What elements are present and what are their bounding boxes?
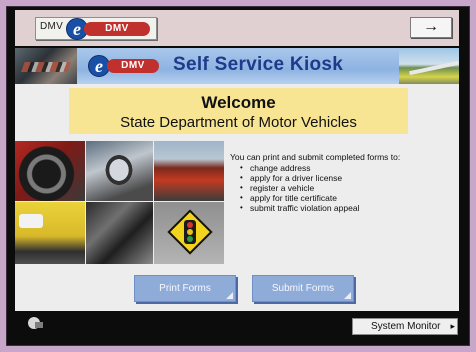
service-description: You can print and submit completed forms… (230, 152, 455, 213)
top-bar: DMV e DMV → (15, 10, 459, 46)
dmv-logo-pill: DMV (84, 22, 150, 36)
welcome-heading: Welcome (201, 93, 276, 112)
header-banner: e DMV Self Service Kiosk (15, 48, 459, 84)
highway-photo (399, 48, 459, 84)
welcome-subheading: State Department of Motor Vehicles (120, 114, 357, 131)
system-monitor-button[interactable]: System Monitor ▸ (352, 318, 458, 335)
list-item: change address (240, 163, 455, 173)
arrow-right-icon: → (423, 18, 439, 35)
seatbelt-photo (86, 202, 153, 264)
vehicle-photo-collage (15, 141, 224, 264)
kiosk-title: Self Service Kiosk (173, 54, 344, 75)
submit-forms-button[interactable]: Submit Forms (252, 275, 354, 302)
truck-photo (154, 141, 224, 201)
list-item: register a vehicle (240, 183, 455, 193)
list-item: submit traffic violation appeal (240, 203, 455, 213)
settings-globe-icon[interactable] (26, 316, 44, 330)
edmv-logo-badge: DMV e DMV (35, 17, 157, 40)
description-intro: You can print and submit completed forms… (230, 152, 401, 162)
main-content: Welcome State Department of Motor Vehicl… (15, 84, 459, 311)
list-item: apply for a driver license (240, 173, 455, 183)
dmv-logo-pill: DMV (107, 59, 159, 73)
service-list: change address apply for a driver licens… (230, 163, 455, 213)
side-mirror-photo (86, 141, 153, 201)
badge-small-label: DMV (40, 21, 64, 32)
traffic-photo (15, 48, 77, 84)
motorcycle-wheel-photo (15, 141, 85, 201)
list-item: apply for title certificate (240, 193, 455, 203)
chevron-right-icon: ▸ (450, 321, 455, 331)
print-forms-button[interactable]: Print Forms (134, 275, 236, 302)
next-arrow-button[interactable]: → (410, 17, 452, 38)
yellow-car-photo (15, 202, 85, 264)
traffic-sign-photo (154, 202, 224, 264)
system-monitor-label: System Monitor (371, 321, 441, 332)
welcome-panel: Welcome State Department of Motor Vehicl… (69, 88, 408, 134)
traffic-light-icon (184, 220, 196, 244)
